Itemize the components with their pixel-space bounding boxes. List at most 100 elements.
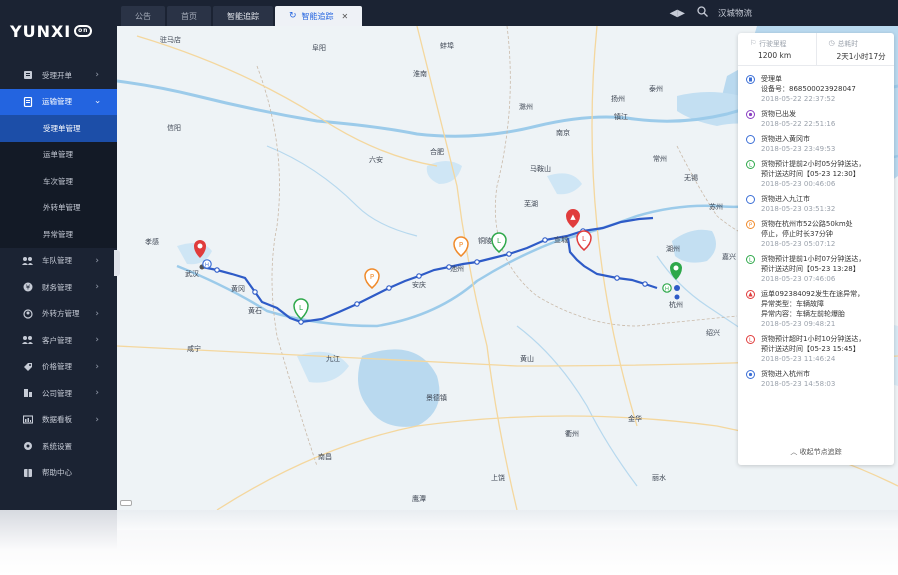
departed-icon bbox=[746, 110, 755, 119]
company-name[interactable]: 汉城物流 bbox=[718, 7, 752, 19]
chevron-right-icon: › bbox=[95, 388, 99, 399]
collapse-tracking-button[interactable]: ︿ 收起节点追踪 bbox=[738, 447, 894, 457]
tab-label: 智能追踪 bbox=[301, 11, 334, 21]
svg-text:L: L bbox=[497, 237, 501, 245]
sidebar-item-transport[interactable]: 运输管理 › bbox=[0, 88, 117, 115]
late-arrival-marker[interactable]: L bbox=[576, 230, 592, 251]
sidebar-item-label: 外转方管理 bbox=[42, 309, 80, 319]
sidebar-item-dashboard[interactable]: 数据看板 › bbox=[0, 407, 117, 434]
sidebar-item-fleet[interactable]: 车队管理 › bbox=[0, 248, 117, 275]
sidebar-item-help[interactable]: 帮助中心 bbox=[0, 460, 117, 487]
chevron-down-icon: › bbox=[92, 99, 103, 104]
search-icon[interactable] bbox=[697, 6, 708, 20]
finance-icon: ¥ bbox=[22, 282, 33, 293]
tab-smart-tracking-active[interactable]: ↻ 智能追踪 ✕ bbox=[275, 6, 363, 26]
tab-home[interactable]: 首页 bbox=[167, 6, 211, 26]
reflection-sidebar bbox=[0, 510, 117, 550]
early-arrival-marker-1[interactable]: L bbox=[293, 298, 309, 321]
sidebar-item-finance[interactable]: ¥ 财务管理 › bbox=[0, 274, 117, 301]
map-city-label: 六安 bbox=[369, 156, 383, 164]
parking-marker-1[interactable]: P bbox=[364, 268, 380, 289]
timeline-event[interactable]: 货物进入黄冈市 2018-05-23 23:49:53 bbox=[746, 134, 888, 154]
map-city-label: 衢州 bbox=[565, 430, 579, 438]
warning-icon bbox=[746, 290, 755, 299]
sidebar-item-settings[interactable]: 系统设置 bbox=[0, 433, 117, 460]
close-icon[interactable]: ✕ bbox=[342, 12, 349, 21]
map-city-label: 镇江 bbox=[614, 113, 628, 121]
timeline-event[interactable]: 受理单 设备号：868500023928047 2018-05-22 22:37… bbox=[746, 74, 888, 104]
map-city-label: 黄山 bbox=[520, 355, 534, 363]
distance-value: 1200 km bbox=[758, 51, 792, 60]
parking-marker-2[interactable]: P bbox=[453, 236, 469, 257]
timeline-event[interactable]: 货物进入九江市 2018-05-23 03:51:32 bbox=[746, 194, 888, 214]
map-city-label: 南昌 bbox=[318, 453, 332, 461]
map-city-label: 金华 bbox=[628, 415, 642, 423]
sidebar-item-order-entry[interactable]: 受理开单 › bbox=[0, 62, 117, 89]
map-scale-control[interactable] bbox=[120, 500, 132, 506]
map-city-label: 马鞍山 bbox=[530, 165, 551, 173]
end-node-marker[interactable]: H bbox=[662, 283, 672, 293]
event-detail: 预计送达时间【05-23 13:28】 bbox=[761, 265, 860, 273]
chevron-right-icon: › bbox=[95, 414, 99, 425]
tab-announcements[interactable]: 公告 bbox=[121, 6, 165, 26]
sidebar-item-customers[interactable]: 客户管理 › bbox=[0, 327, 117, 354]
sidebar-item-partners[interactable]: 外转方管理 › bbox=[0, 301, 117, 328]
timeline-event[interactable]: 货物进入杭州市 2018-05-23 14:58:03 bbox=[746, 369, 888, 389]
map-city-label: 鹰潭 bbox=[412, 495, 426, 503]
map-city-label: 宣城 bbox=[554, 236, 568, 244]
event-detail: 停止，停止时长37分钟 bbox=[761, 230, 833, 238]
timeline-event[interactable]: L 货物预计提前2小时05分钟送达， 预计送达时间【05-23 12:30】 2… bbox=[746, 159, 888, 189]
distance-label: 行驶里程 bbox=[759, 40, 787, 48]
tab-scroll-arrows-icon[interactable]: ◀▶ bbox=[670, 8, 685, 19]
event-title: 货物预计提前1小时07分钟送达， bbox=[761, 255, 866, 263]
refresh-icon[interactable]: ↻ bbox=[289, 11, 297, 21]
tracking-panel: ⚐ 行驶里程 1200 km ◷ 总耗时 2天1小时17分 受理单 设备号：8685… bbox=[738, 33, 894, 465]
event-detail: 预计送达时间【05-23 12:30】 bbox=[761, 170, 860, 178]
sidebar-item-label: 价格管理 bbox=[42, 362, 72, 372]
tab-bar: 公告 首页 智能追踪 ↻ 智能追踪 ✕ ◀▶ 汉城物流 bbox=[117, 0, 898, 26]
event-title: 货物已出发 bbox=[761, 110, 796, 118]
event-time: 2018-05-23 07:46:06 bbox=[761, 275, 836, 283]
map-city-label: 滁州 bbox=[519, 103, 533, 111]
submenu-item-waybill-management[interactable]: 运单管理 bbox=[0, 142, 117, 169]
destination-marker[interactable] bbox=[670, 262, 682, 280]
chevron-right-icon: › bbox=[95, 70, 99, 81]
map-city-label: 合肥 bbox=[430, 148, 444, 156]
event-detail: 预计送达时间【05-23 15:45】 bbox=[761, 345, 860, 353]
start-node-marker[interactable]: H bbox=[202, 259, 212, 269]
timeline-event[interactable]: L 货物预计超时1小时10分钟送达， 预计送达时间【05-23 15:45】 2… bbox=[746, 334, 888, 364]
timeline-event[interactable]: 运单092384092发生在途异常， 异常类型：车辆故障 异常内容：车辆左前轮爆… bbox=[746, 289, 888, 329]
map-city-label: 芜湖 bbox=[524, 200, 538, 208]
chevron-right-icon: › bbox=[95, 308, 99, 319]
submenu-item-transfer-management[interactable]: 外转单管理 bbox=[0, 195, 117, 222]
tab-label: 公告 bbox=[135, 11, 151, 21]
submenu-item-order-management[interactable]: 受理单管理 bbox=[0, 115, 117, 142]
tab-smart-tracking[interactable]: 智能追踪 bbox=[213, 6, 273, 26]
timeline-event[interactable]: L 货物预计提前1小时07分钟送达， 预计送达时间【05-23 13:28】 2… bbox=[746, 254, 888, 284]
app-window: YUNXI on 受理开单 › 运输管理 › 受理单管理 运单管理 车次管理 外… bbox=[0, 0, 898, 510]
early-arrival-marker-2[interactable]: L bbox=[491, 232, 507, 253]
timeline-event[interactable]: P 货物在杭州市52公路50km处 停止，停止时长37分钟 2018-05-23… bbox=[746, 219, 888, 249]
map-city-label: 苏州 bbox=[709, 203, 723, 211]
sidebar-item-pricing[interactable]: 价格管理 › bbox=[0, 354, 117, 381]
chevron-up-icon: ︿ bbox=[790, 448, 800, 456]
brand-logo[interactable]: YUNXI on bbox=[0, 0, 117, 62]
event-title: 货物进入九江市 bbox=[761, 195, 810, 203]
partner-icon bbox=[22, 308, 33, 319]
exception-marker[interactable]: ▲ bbox=[566, 209, 580, 228]
duration-stat: ◷ 总耗时 2天1小时17分 bbox=[815, 33, 895, 65]
early-arrival-icon: L bbox=[746, 160, 755, 169]
submenu-item-exception-management[interactable]: 异常管理 bbox=[0, 221, 117, 248]
circle-icon bbox=[746, 195, 755, 204]
svg-text:¥: ¥ bbox=[25, 284, 30, 292]
svg-text:▲: ▲ bbox=[570, 213, 576, 221]
timeline-event[interactable]: 货物已出发 2018-05-22 22:51:16 bbox=[746, 109, 888, 129]
svg-text:L: L bbox=[582, 235, 586, 243]
event-title: 货物进入黄冈市 bbox=[761, 135, 810, 143]
sidebar-collapse-handle[interactable] bbox=[114, 250, 120, 276]
svg-text:L: L bbox=[299, 304, 303, 312]
submenu-item-trip-management[interactable]: 车次管理 bbox=[0, 168, 117, 195]
sidebar-item-company[interactable]: 公司管理 › bbox=[0, 380, 117, 407]
map-city-label: 泰州 bbox=[649, 85, 663, 93]
sidebar-item-label: 客户管理 bbox=[42, 335, 72, 345]
